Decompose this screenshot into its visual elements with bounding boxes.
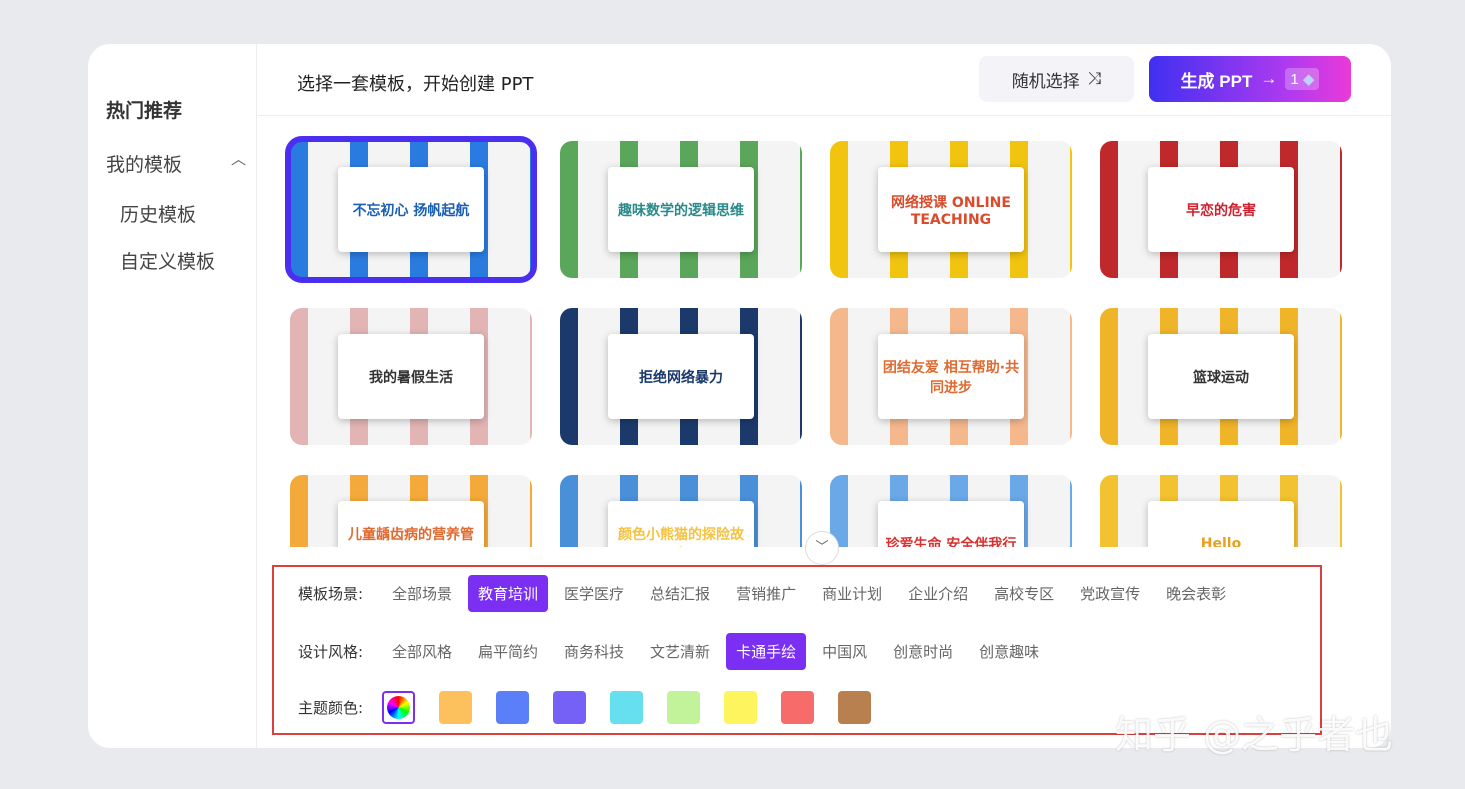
scene-option[interactable]: 党政宣传 (1070, 575, 1150, 612)
scene-option[interactable]: 营销推广 (726, 575, 806, 612)
template-title: Hello (1148, 501, 1294, 547)
template-title: 不忘初心 扬帆起航 (338, 167, 484, 252)
template-card[interactable]: 早恋的危害 (1100, 141, 1342, 278)
style-option[interactable]: 创意时尚 (883, 633, 963, 670)
chevron-up-icon[interactable]: ︿ (231, 148, 246, 169)
scene-option[interactable]: 高校专区 (984, 575, 1064, 612)
style-option[interactable]: 全部风格 (382, 633, 462, 670)
scene-option[interactable]: 教育培训 (468, 575, 549, 612)
style-option[interactable]: 创意趣味 (969, 633, 1049, 670)
scene-option[interactable]: 医学医疗 (554, 575, 634, 612)
template-grid: 不忘初心 扬帆起航 趣味数学的逻辑思维 网络授课 ONLINE TEACHING 早恋… (258, 117, 1391, 547)
cost-badge: 1 ◆ (1285, 68, 1320, 90)
style-option[interactable]: 卡通手绘 (726, 633, 807, 670)
color-label: 主题颜色: (298, 699, 364, 717)
template-title: 我的暑假生活 (338, 334, 484, 419)
style-option[interactable]: 文艺清新 (640, 633, 720, 670)
generate-label: 生成 PPT (1180, 71, 1253, 91)
sidebar: 热门推荐 我的模板 ︿ 历史模板 自定义模板 (88, 44, 257, 748)
style-label: 设计风格: (298, 643, 364, 661)
page-title: 选择一套模板，开始创建 PPT (297, 74, 534, 95)
shuffle-icon: ⤨ (1087, 69, 1102, 88)
sidebar-item-history[interactable]: 历史模板 (120, 200, 196, 227)
color-swatch[interactable] (838, 691, 871, 724)
template-title: 篮球运动 (1148, 334, 1294, 419)
style-option[interactable]: 中国风 (812, 633, 877, 670)
color-swatch[interactable] (724, 691, 757, 724)
template-title: 儿童龋齿病的营养管理 (338, 501, 484, 547)
color-swatch[interactable] (667, 691, 700, 724)
style-option[interactable]: 扁平简约 (468, 633, 548, 670)
cost-value: 1 (1290, 71, 1299, 88)
sidebar-item-hot[interactable]: 热门推荐 (106, 96, 182, 123)
template-card[interactable]: 我的暑假生活 (290, 308, 532, 445)
sidebar-item-label: 我的模板 (106, 154, 183, 176)
random-select-button[interactable]: 随机选择 ⤨ (979, 56, 1134, 102)
color-swatch[interactable] (439, 691, 472, 724)
template-card[interactable]: 网络授课 ONLINE TEACHING (830, 141, 1072, 278)
template-title: 趣味数学的逻辑思维 (608, 167, 754, 252)
color-swatch[interactable] (496, 691, 529, 724)
scene-option[interactable]: 总结汇报 (640, 575, 720, 612)
template-card[interactable]: Hello (1100, 475, 1342, 547)
scene-option[interactable]: 商业计划 (812, 575, 892, 612)
color-swatch[interactable] (553, 691, 586, 724)
arrow-right-icon: → (1260, 69, 1278, 88)
scene-option[interactable]: 全部场景 (382, 575, 462, 612)
random-label: 随机选择 (1011, 71, 1080, 91)
template-card[interactable]: 趣味数学的逻辑思维 (560, 141, 802, 278)
template-title: 早恋的危害 (1148, 167, 1294, 252)
scene-option[interactable]: 晚会表彰 (1156, 575, 1236, 612)
color-wheel-icon (387, 696, 410, 719)
header: 选择一套模板，开始创建 PPT 随机选择 ⤨ 生成 PPT → 1 ◆ (258, 44, 1391, 116)
sidebar-item-my-templates[interactable]: 我的模板 ︿ (106, 150, 246, 177)
color-wheel-swatch[interactable] (382, 691, 415, 724)
template-card[interactable]: 珍爱生命 安全伴我行 (830, 475, 1072, 547)
template-card[interactable]: 团结友爱 相互帮助·共同进步 (830, 308, 1072, 445)
scene-label: 模板场景: (298, 585, 364, 603)
template-title: 拒绝网络暴力 (608, 334, 754, 419)
color-swatch[interactable] (781, 691, 814, 724)
template-card[interactable]: 颜色小熊猫的探险故事 (560, 475, 802, 547)
color-swatch[interactable] (610, 691, 643, 724)
generate-ppt-button[interactable]: 生成 PPT → 1 ◆ (1149, 56, 1351, 102)
watermark: 知乎 @之乎者也 (1115, 713, 1394, 757)
template-title: 珍爱生命 安全伴我行 (878, 501, 1024, 547)
template-panel: 热门推荐 我的模板 ︿ 历史模板 自定义模板 选择一套模板，开始创建 PPT 随机… (88, 44, 1391, 748)
sidebar-item-custom[interactable]: 自定义模板 (120, 247, 215, 274)
scene-option[interactable]: 企业介绍 (898, 575, 978, 612)
style-option[interactable]: 商务科技 (554, 633, 634, 670)
diamond-icon: ◆ (1302, 71, 1315, 88)
template-title: 颜色小熊猫的探险故事 (608, 501, 754, 547)
template-title: 团结友爱 相互帮助·共同进步 (878, 334, 1024, 419)
template-card[interactable]: 儿童龋齿病的营养管理 (290, 475, 532, 547)
template-title: 网络授课 ONLINE TEACHING (878, 167, 1024, 252)
template-card[interactable]: 拒绝网络暴力 (560, 308, 802, 445)
template-card[interactable]: 不忘初心 扬帆起航 (285, 136, 537, 283)
template-card[interactable]: 篮球运动 (1100, 308, 1342, 445)
expand-chevron-icon[interactable]: ﹀ (805, 531, 839, 565)
